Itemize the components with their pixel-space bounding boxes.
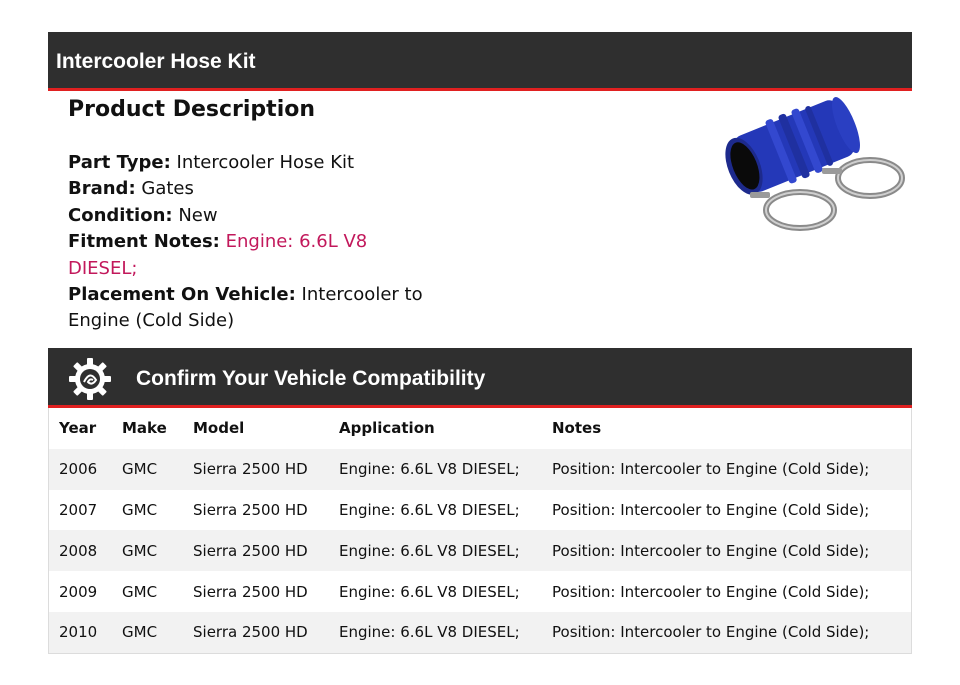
cell-year: 2006: [59, 460, 98, 479]
table-row: 2010 GMC Sierra 2500 HD Engine: 6.6L V8 …: [49, 611, 911, 653]
table-row: 2009 GMC Sierra 2500 HD Engine: 6.6L V8 …: [49, 571, 911, 612]
cell-notes: Position: Intercooler to Engine (Cold Si…: [552, 582, 870, 601]
spec-value: Gates: [141, 178, 194, 200]
cell-notes: Position: Intercooler to Engine (Cold Si…: [552, 460, 870, 479]
spec-label: Condition:: [68, 204, 173, 226]
product-panel-title: Intercooler Hose Kit: [56, 50, 256, 73]
compatibility-table: Year Make Model Application Notes 2006 G…: [48, 408, 912, 654]
table-row: 2008 GMC Sierra 2500 HD Engine: 6.6L V8 …: [49, 530, 911, 572]
hose-kit-image: [725, 97, 905, 231]
product-panel-header: Intercooler Hose Kit: [48, 32, 912, 91]
spec-label: Placement On Vehicle:: [68, 284, 296, 306]
spec-label: Part Type:: [68, 152, 171, 173]
spec-value: Intercooler Hose Kit: [176, 152, 355, 173]
spec-label: Brand:: [68, 178, 136, 200]
cell-make: GMC: [122, 460, 158, 479]
cell-application: Engine: 6.6L V8 DIESEL;: [339, 460, 520, 479]
spec-label: Fitment Notes:: [68, 231, 220, 253]
table-header-row: Year Make Model Application Notes: [49, 408, 911, 449]
cell-model: Sierra 2500 HD: [193, 541, 308, 560]
cell-application: Engine: 6.6L V8 DIESEL;: [339, 541, 520, 560]
column-header-model: Model: [193, 419, 245, 438]
column-header-notes: Notes: [552, 419, 602, 438]
cell-year: 2007: [59, 500, 98, 519]
cell-application: Engine: 6.6L V8 DIESEL;: [339, 623, 520, 642]
column-header-year: Year: [59, 419, 97, 438]
cell-model: Sierra 2500 HD: [193, 500, 308, 519]
description-title: Product Description: [68, 97, 316, 122]
table-row: 2006 GMC Sierra 2500 HD Engine: 6.6L V8 …: [49, 448, 911, 490]
cell-year: 2008: [59, 541, 98, 560]
compatibility-title: Confirm Your Vehicle Compatibility: [136, 367, 486, 390]
cell-make: GMC: [122, 500, 158, 519]
cell-make: GMC: [122, 623, 158, 642]
cell-make: GMC: [122, 541, 158, 560]
cell-notes: Position: Intercooler to Engine (Cold Si…: [552, 500, 870, 519]
cell-notes: Position: Intercooler to Engine (Cold Si…: [552, 541, 870, 560]
cell-model: Sierra 2500 HD: [193, 460, 308, 479]
cell-notes: Position: Intercooler to Engine (Cold Si…: [552, 623, 870, 642]
column-header-application: Application: [339, 419, 435, 438]
table-row: 2007 GMC Sierra 2500 HD Engine: 6.6L V8 …: [49, 489, 911, 531]
column-header-make: Make: [122, 419, 167, 438]
cell-year: 2010: [59, 623, 98, 642]
cell-application: Engine: 6.6L V8 DIESEL;: [339, 582, 520, 601]
spec-value: New: [178, 204, 218, 226]
cell-application: Engine: 6.6L V8 DIESEL;: [339, 500, 520, 519]
cell-model: Sierra 2500 HD: [193, 623, 308, 642]
cell-make: GMC: [122, 582, 158, 601]
spec-list: Part Type: Intercooler Hose Kit Brand: G…: [68, 150, 428, 335]
cell-year: 2009: [59, 582, 98, 601]
gear-icon: [69, 358, 111, 400]
compatibility-header: Confirm Your Vehicle Compatibility: [48, 348, 912, 408]
cell-model: Sierra 2500 HD: [193, 582, 308, 601]
